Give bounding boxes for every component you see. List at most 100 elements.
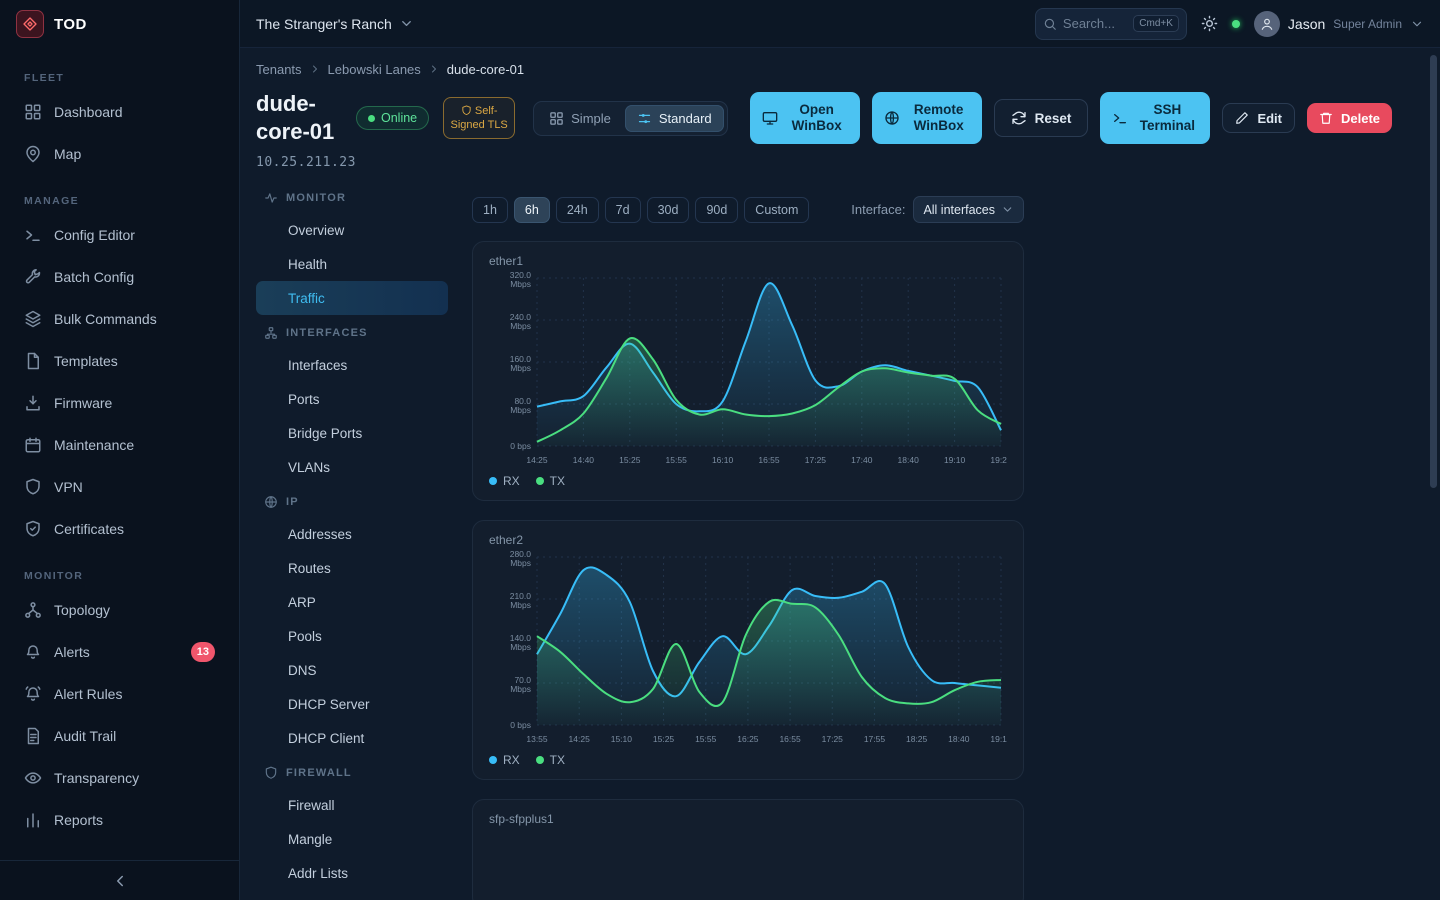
sidebar-item-label: Bulk Commands	[54, 311, 157, 327]
subnav-item-addresses[interactable]: Addresses	[256, 517, 448, 551]
svg-text:15:10: 15:10	[611, 734, 633, 744]
download-icon	[24, 394, 42, 412]
reset-button[interactable]: Reset	[994, 99, 1089, 137]
breadcrumb-item[interactable]: dude-core-01	[447, 62, 524, 77]
remote-winbox-button[interactable]: Remote WinBox	[872, 92, 982, 144]
subnav-item-health[interactable]: Health	[256, 247, 448, 281]
traffic-card-ether1: ether10 bps80.0Mbps160.0Mbps240.0Mbps320…	[472, 241, 1024, 501]
status-label: Online	[381, 111, 417, 125]
time-range-1h[interactable]: 1h	[472, 197, 508, 223]
sidebar-nav: FLEET Dashboard Map MANAGE Config Editor	[0, 48, 239, 860]
brand[interactable]: TOD	[0, 0, 239, 48]
sidebar-item-alert-rules[interactable]: Alert Rules	[0, 673, 239, 715]
sidebar-item-maintenance[interactable]: Maintenance	[0, 424, 239, 466]
delete-button[interactable]: Delete	[1307, 103, 1392, 133]
sidebar-item-audit-trail[interactable]: Audit Trail	[0, 715, 239, 757]
open-winbox-button[interactable]: Open WinBox	[750, 92, 860, 144]
subnav-item-dhcp-client[interactable]: DHCP Client	[256, 721, 448, 755]
sidebar-item-firmware[interactable]: Firmware	[0, 382, 239, 424]
sidebar-item-bulk-commands[interactable]: Bulk Commands	[0, 298, 239, 340]
subnav-item-overview[interactable]: Overview	[256, 213, 448, 247]
sidebar-item-topology[interactable]: Topology	[0, 589, 239, 631]
theme-toggle-button[interactable]	[1201, 15, 1218, 32]
sidebar-item-alerts[interactable]: Alerts 13	[0, 631, 239, 673]
subnav-item-vlans[interactable]: VLANs	[256, 450, 448, 484]
sidebar-item-certificates[interactable]: Certificates	[0, 508, 239, 550]
chart-title: sfp-sfpplus1	[489, 812, 1007, 826]
interface-select[interactable]: All interfaces	[913, 196, 1024, 223]
breadcrumb-item[interactable]: Lebowski Lanes	[328, 62, 421, 77]
sidebar-item-batch-config[interactable]: Batch Config	[0, 256, 239, 298]
user-menu[interactable]: Jason Super Admin	[1254, 11, 1424, 37]
legend-item-rx: RX	[489, 474, 520, 488]
time-range-pills: 1h6h24h7d30d90dCustom	[472, 197, 809, 223]
legend-dot-icon	[536, 756, 544, 764]
subnav-item-addr-lists[interactable]: Addr Lists	[256, 856, 448, 890]
subnav-item-traffic[interactable]: Traffic	[256, 281, 448, 315]
subnav-item-interfaces[interactable]: Interfaces	[256, 348, 448, 382]
ssh-terminal-button[interactable]: SSH Terminal	[1100, 92, 1210, 144]
sidebar-item-label: Maintenance	[54, 437, 134, 453]
svg-text:19:10: 19:10	[990, 734, 1007, 744]
sidebar-item-label: Topology	[54, 602, 110, 618]
sun-icon	[1201, 15, 1218, 32]
time-range-90d[interactable]: 90d	[695, 197, 738, 223]
subnav-item-pools[interactable]: Pools	[256, 619, 448, 653]
app-root: TOD FLEET Dashboard Map MANAGE Config Ed…	[0, 0, 1440, 900]
view-mode-standard[interactable]: Standard	[625, 105, 724, 132]
view-mode-simple[interactable]: Simple	[537, 105, 623, 132]
device-header: dude-core-01 Online Self-Signed TLS Simp…	[256, 90, 1440, 146]
legend-dot-icon	[489, 477, 497, 485]
sidebar-item-label: VPN	[54, 479, 83, 495]
page-scrollbar[interactable]	[1430, 55, 1437, 488]
subnav-item-bridge-ports[interactable]: Bridge Ports	[256, 416, 448, 450]
online-dot-icon	[368, 115, 375, 122]
global-search[interactable]: Cmd+K	[1035, 8, 1187, 40]
subnav-group-interfaces: INTERFACES InterfacesPortsBridge PortsVL…	[256, 315, 448, 484]
subnav-item-routes[interactable]: Routes	[256, 551, 448, 585]
bar-chart-icon	[24, 811, 42, 829]
legend-item-tx: TX	[536, 753, 565, 767]
subnav-group-label: IP	[256, 484, 448, 517]
breadcrumb-item[interactable]: Tenants	[256, 62, 302, 77]
sidebar-item-dashboard[interactable]: Dashboard	[0, 91, 239, 133]
legend-dot-icon	[489, 756, 497, 764]
subnav-item-mangle[interactable]: Mangle	[256, 822, 448, 856]
topbar: The Stranger's Ranch Cmd+K Jason Super A…	[240, 0, 1440, 48]
subnav-item-ports[interactable]: Ports	[256, 382, 448, 416]
time-range-custom[interactable]: Custom	[744, 197, 809, 223]
time-range-24h[interactable]: 24h	[556, 197, 599, 223]
chevron-down-icon	[1001, 203, 1014, 216]
view-mode-label: Simple	[571, 111, 611, 126]
svg-text:13:55: 13:55	[526, 734, 548, 744]
shield-icon	[24, 478, 42, 496]
tls-badge: Self-Signed TLS	[443, 97, 515, 139]
sidebar-collapse-button[interactable]	[0, 860, 239, 900]
sidebar-item-config-editor[interactable]: Config Editor	[0, 214, 239, 256]
subnav-item-firewall[interactable]: Firewall	[256, 788, 448, 822]
tenant-selector[interactable]: The Stranger's Ranch	[256, 16, 414, 32]
avatar	[1254, 11, 1280, 37]
svg-text:15:55: 15:55	[666, 455, 688, 465]
chevron-down-icon	[399, 16, 414, 31]
subnav-item-arp[interactable]: ARP	[256, 585, 448, 619]
globe-icon	[884, 110, 900, 126]
sidebar-item-reports[interactable]: Reports	[0, 799, 239, 841]
time-range-7d[interactable]: 7d	[605, 197, 641, 223]
sidebar-item-map[interactable]: Map	[0, 133, 239, 175]
svg-text:18:25: 18:25	[906, 734, 928, 744]
edit-button[interactable]: Edit	[1222, 103, 1295, 133]
subnav-item-dhcp-server[interactable]: DHCP Server	[256, 687, 448, 721]
terminal-icon	[24, 226, 42, 244]
subnav-item-dns[interactable]: DNS	[256, 653, 448, 687]
time-range-30d[interactable]: 30d	[647, 197, 690, 223]
legend-dot-icon	[536, 477, 544, 485]
sidebar-item-templates[interactable]: Templates	[0, 340, 239, 382]
sidebar-item-vpn[interactable]: VPN	[0, 466, 239, 508]
time-range-6h[interactable]: 6h	[514, 197, 550, 223]
user-icon	[1260, 17, 1274, 31]
device-name: dude-core-01	[256, 90, 342, 146]
sidebar-item-transparency[interactable]: Transparency	[0, 757, 239, 799]
search-input[interactable]	[1063, 16, 1127, 31]
map-pin-icon	[24, 145, 42, 163]
